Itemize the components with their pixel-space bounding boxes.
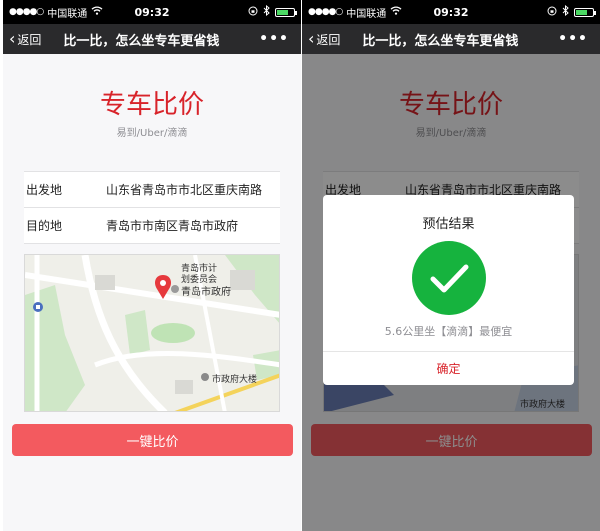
dialog-ok-button[interactable]: 确定 <box>323 352 574 385</box>
page-content: 专车比价 易到/Uber/滴滴 出发地 山东省青岛市市北区重庆南路 目的地 青岛… <box>3 54 301 531</box>
dialog-message: 5.6公里坐【滴滴】最便宜 <box>384 325 513 338</box>
chevron-left-icon: ‹ <box>308 29 315 48</box>
page-title: 专车比价 <box>99 90 204 120</box>
nav-title: 比一比，怎么坐专车更省钱 <box>63 33 220 49</box>
map-graphic <box>25 255 279 411</box>
phone-screen-before: ●●●●○ 中国联通 09:32 ‹ 返回 比一比，怎么坐专车更省钱 ••• 专… <box>3 0 301 531</box>
back-button[interactable]: ‹ 返回 <box>9 31 41 48</box>
dialog-title: 预估结果 <box>422 217 475 232</box>
phone-screen-after: ●●●●○ 中国联通 09:32 ‹ 返回 比一比，怎么坐专车更省钱 ••• 专… <box>302 0 600 531</box>
battery-icon <box>574 7 596 17</box>
map-view[interactable]: 青岛市计 划委员会 青岛市政府 市政府大楼 <box>24 254 280 412</box>
page-subtitle: 易到/Uber/滴滴 <box>116 128 188 139</box>
back-label: 返回 <box>316 32 341 47</box>
trip-form: 出发地 山东省青岛市市北区重庆南路 目的地 青岛市市南区青岛市政府 <box>24 171 280 244</box>
map-poi-building: 市政府大楼 <box>212 375 258 385</box>
chevron-left-icon: ‹ <box>9 29 16 48</box>
compare-button[interactable]: 一键比价 <box>12 424 293 456</box>
clock: 09:32 <box>433 5 469 19</box>
nav-title: 比一比，怎么坐专车更省钱 <box>362 33 519 49</box>
success-check-icon <box>412 241 486 315</box>
destination-label: 目的地 <box>26 219 63 233</box>
result-dialog: 预估结果 5.6公里坐【滴滴】最便宜 确定 <box>323 195 574 385</box>
origin-label: 出发地 <box>26 183 63 197</box>
clock: 09:32 <box>134 5 170 19</box>
back-button[interactable]: ‹ 返回 <box>308 31 340 48</box>
map-poi-main: 青岛市政府 <box>181 287 231 298</box>
more-button[interactable]: ••• <box>259 31 289 47</box>
more-button[interactable]: ••• <box>558 31 588 47</box>
back-label: 返回 <box>17 32 42 47</box>
status-bar: ●●●●○ 中国联通 09:32 <box>3 0 301 24</box>
origin-value[interactable]: 山东省青岛市市北区重庆南路 <box>106 181 262 198</box>
nav-bar: ‹ 返回 比一比，怎么坐专车更省钱 ••• <box>3 24 301 54</box>
status-bar: ●●●●○ 中国联通 09:32 <box>302 0 600 24</box>
destination-row[interactable]: 目的地 青岛市市南区青岛市政府 <box>24 208 280 244</box>
origin-row[interactable]: 出发地 山东省青岛市市北区重庆南路 <box>24 172 280 208</box>
battery-icon <box>275 7 297 17</box>
destination-value[interactable]: 青岛市市南区青岛市政府 <box>106 217 238 234</box>
nav-bar: ‹ 返回 比一比，怎么坐专车更省钱 ••• <box>302 24 600 54</box>
